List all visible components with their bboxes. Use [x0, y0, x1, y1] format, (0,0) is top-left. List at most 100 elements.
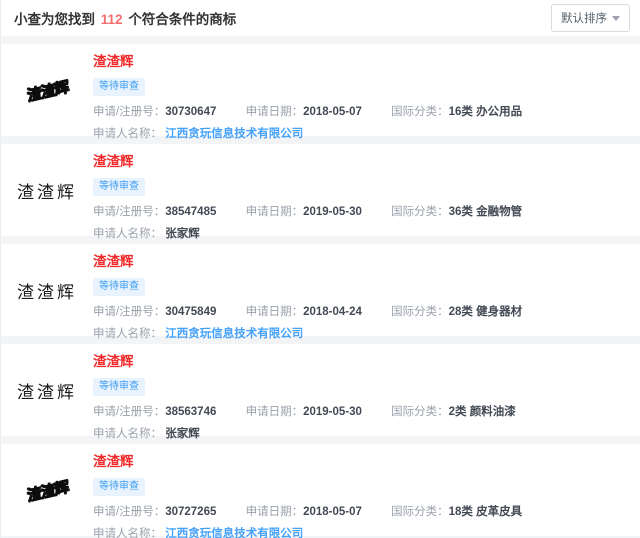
applicant-row: 申请人名称： 张家辉 [93, 227, 640, 241]
class-value: 18类 皮革皮具 [449, 506, 523, 518]
status-row: 等待审查 [93, 276, 640, 296]
trademark-logo-text: 渣渣辉 [17, 378, 77, 403]
trademark-logo-text: 渣渣辉 [25, 475, 69, 505]
details-row: 申请/注册号：38547485 申请日期：2019-05-30 国际分类：36类… [93, 205, 640, 219]
trademark-result-card[interactable]: 渣渣辉 渣渣辉 等待审查 申请/注册号：30475849 申请日期：2018-0… [1, 244, 640, 336]
date-field: 申请日期：2018-05-07 [246, 506, 362, 518]
applicant-label: 申请人名称： [93, 528, 162, 538]
trademark-result-card[interactable]: 渣渣辉 渣渣辉 等待审查 申请/注册号：38547485 申请日期：2019-0… [1, 144, 640, 236]
reg-no-value: 30727265 [165, 506, 216, 518]
date-label: 申请日期： [246, 206, 304, 218]
class-field: 国际分类：36类 金融物管 [391, 206, 522, 218]
trademark-name-link[interactable]: 渣渣辉 [93, 454, 134, 470]
status-badge: 等待审查 [93, 378, 145, 396]
trademark-result-card[interactable]: 渣渣辉 渣渣辉 等待审查 申请/注册号：30730647 申请日期：2018-0… [1, 44, 640, 136]
trademark-logo-image: 渣渣辉 [1, 144, 93, 236]
reg-no-field: 申请/注册号：38563746 [93, 406, 216, 418]
class-value: 28类 健身器材 [449, 306, 523, 318]
trademark-name-link[interactable]: 渣渣辉 [93, 354, 134, 370]
date-value: 2018-05-07 [303, 506, 362, 518]
status-row: 等待审查 [93, 376, 640, 396]
date-value: 2018-04-24 [303, 306, 362, 318]
date-field: 申请日期：2018-04-24 [246, 306, 362, 318]
date-label: 申请日期： [246, 406, 304, 418]
trademark-name-link[interactable]: 渣渣辉 [93, 54, 134, 70]
summary-suffix: 个符合条件的商标 [128, 12, 236, 27]
reg-no-value: 38547485 [165, 206, 216, 218]
date-label: 申请日期： [246, 506, 304, 518]
reg-no-label: 申请/注册号： [93, 306, 165, 318]
applicant-link[interactable]: 江西贪玩信息技术有限公司 [165, 328, 303, 340]
result-summary: 小查为您找到 112 个符合条件的商标 [14, 8, 236, 28]
class-value: 36类 金融物管 [449, 206, 523, 218]
details-row: 申请/注册号：38563746 申请日期：2019-05-30 国际分类：2类 … [93, 405, 640, 419]
class-label: 国际分类： [391, 306, 449, 318]
applicant-link[interactable]: 江西贪玩信息技术有限公司 [165, 528, 303, 538]
sort-dropdown-button[interactable]: 默认排序 [551, 4, 630, 32]
applicant-label: 申请人名称： [93, 328, 162, 340]
status-badge: 等待审查 [93, 278, 145, 296]
trademark-name-link[interactable]: 渣渣辉 [93, 154, 134, 170]
class-label: 国际分类： [391, 106, 449, 118]
status-badge: 等待审查 [93, 78, 145, 96]
applicant-row: 申请人名称： 张家辉 [93, 427, 640, 441]
sort-button-label: 默认排序 [561, 10, 607, 26]
reg-no-label: 申请/注册号： [93, 406, 165, 418]
applicant-label: 申请人名称： [93, 228, 162, 240]
trademark-logo-text: 渣渣辉 [17, 178, 77, 203]
status-row: 等待审查 [93, 76, 640, 96]
details-row: 申请/注册号：30730647 申请日期：2018-05-07 国际分类：16类… [93, 105, 640, 119]
date-label: 申请日期： [246, 106, 304, 118]
trademark-logo-text: 渣渣辉 [25, 75, 69, 105]
status-row: 等待审查 [93, 476, 640, 496]
applicant-row: 申请人名称： 江西贪玩信息技术有限公司 [93, 527, 640, 538]
results-header: 小查为您找到 112 个符合条件的商标 默认排序 [1, 0, 640, 36]
applicant-name: 张家辉 [165, 428, 200, 440]
chevron-down-icon [612, 16, 620, 21]
card-content: 渣渣辉 等待审查 申请/注册号：38563746 申请日期：2019-05-30… [93, 344, 640, 436]
reg-no-field: 申请/注册号：38547485 [93, 206, 216, 218]
applicant-label: 申请人名称： [93, 428, 162, 440]
trademark-name-link[interactable]: 渣渣辉 [93, 254, 134, 270]
date-value: 2019-05-30 [303, 406, 362, 418]
reg-no-label: 申请/注册号： [93, 506, 165, 518]
reg-no-label: 申请/注册号： [93, 206, 165, 218]
reg-no-field: 申请/注册号：30475849 [93, 306, 216, 318]
search-results-page: 小查为您找到 112 个符合条件的商标 默认排序 渣渣辉 渣渣辉 等待审查 申请… [1, 0, 640, 536]
card-content: 渣渣辉 等待审查 申请/注册号：30730647 申请日期：2018-05-07… [93, 44, 640, 136]
reg-no-field: 申请/注册号：30727265 [93, 506, 216, 518]
result-count: 112 [99, 12, 125, 27]
class-field: 国际分类：18类 皮革皮具 [391, 506, 522, 518]
date-value: 2018-05-07 [303, 106, 362, 118]
status-row: 等待审查 [93, 176, 640, 196]
summary-prefix: 小查为您找到 [14, 12, 95, 27]
reg-no-label: 申请/注册号： [93, 106, 165, 118]
class-field: 国际分类：28类 健身器材 [391, 306, 522, 318]
card-content: 渣渣辉 等待审查 申请/注册号：30727265 申请日期：2018-05-07… [93, 444, 640, 536]
class-field: 国际分类：2类 颜料油漆 [391, 406, 516, 418]
trademark-logo-image: 渣渣辉 [1, 344, 93, 436]
class-value: 2类 颜料油漆 [449, 406, 516, 418]
applicant-label: 申请人名称： [93, 128, 162, 140]
class-label: 国际分类： [391, 406, 449, 418]
trademark-result-card[interactable]: 渣渣辉 渣渣辉 等待审查 申请/注册号：30727265 申请日期：2018-0… [1, 444, 640, 536]
class-label: 国际分类： [391, 506, 449, 518]
trademark-logo-image: 渣渣辉 [1, 444, 93, 536]
date-field: 申请日期：2019-05-30 [246, 406, 362, 418]
reg-no-value: 38563746 [165, 406, 216, 418]
card-content: 渣渣辉 等待审查 申请/注册号：30475849 申请日期：2018-04-24… [93, 244, 640, 336]
details-row: 申请/注册号：30475849 申请日期：2018-04-24 国际分类：28类… [93, 305, 640, 319]
applicant-row: 申请人名称： 江西贪玩信息技术有限公司 [93, 327, 640, 341]
applicant-row: 申请人名称： 江西贪玩信息技术有限公司 [93, 127, 640, 141]
status-badge: 等待审查 [93, 478, 145, 496]
date-value: 2019-05-30 [303, 206, 362, 218]
reg-no-value: 30730647 [165, 106, 216, 118]
applicant-link[interactable]: 江西贪玩信息技术有限公司 [165, 128, 303, 140]
details-row: 申请/注册号：30727265 申请日期：2018-05-07 国际分类：18类… [93, 505, 640, 519]
reg-no-value: 30475849 [165, 306, 216, 318]
trademark-result-card[interactable]: 渣渣辉 渣渣辉 等待审查 申请/注册号：38563746 申请日期：2019-0… [1, 344, 640, 436]
class-label: 国际分类： [391, 206, 449, 218]
class-field: 国际分类：16类 办公用品 [391, 106, 522, 118]
status-badge: 等待审查 [93, 178, 145, 196]
reg-no-field: 申请/注册号：30730647 [93, 106, 216, 118]
